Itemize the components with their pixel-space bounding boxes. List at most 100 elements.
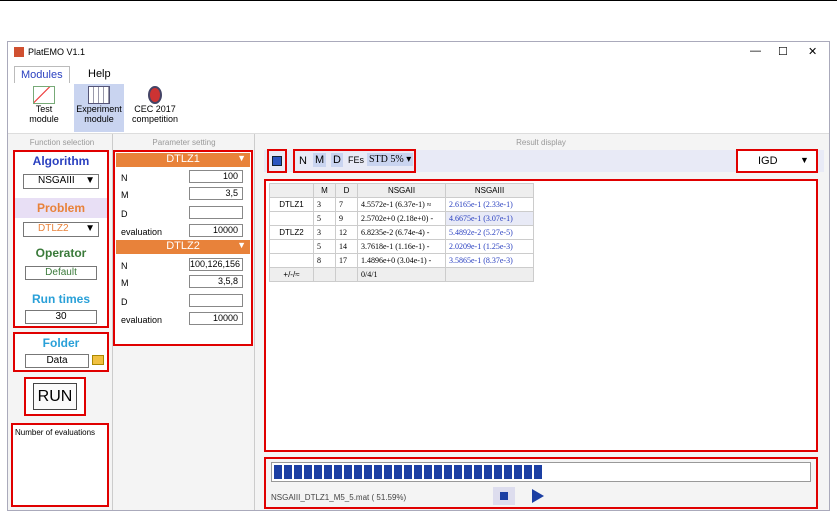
progress-bar (271, 462, 811, 482)
collapse-arrow-icon: ▼ (237, 153, 246, 163)
save-icon[interactable] (272, 156, 282, 166)
dtlz2-header[interactable]: DTLZ2 ▼ (116, 240, 250, 254)
nsgaii-cell: 4.5572e-1 (6.37e-1) ≈ (357, 197, 446, 212)
title-bar: PlatEMO V1.1 — ☐ ✕ (8, 42, 829, 64)
progress-segment (504, 465, 512, 479)
minimize-button[interactable]: — (750, 45, 761, 57)
ribbon: Test module Experiment module CEC 2017 c… (8, 84, 829, 134)
folder-label: Folder (42, 336, 80, 350)
std-value: STD 5% (369, 154, 404, 165)
app-logo-icon (14, 47, 24, 57)
progress-segment (364, 465, 372, 479)
progress-segment (394, 465, 402, 479)
progress-segment (534, 465, 542, 479)
divider (254, 134, 255, 510)
problem-cell (269, 253, 314, 268)
operator-field[interactable]: Default (25, 266, 97, 280)
experiment-module-button[interactable]: Experiment module (74, 84, 124, 132)
menu-modules[interactable]: Modules (14, 66, 70, 83)
footer-cell (313, 267, 336, 282)
d-cell: 12 (335, 225, 358, 240)
param-input[interactable]: 100,126,156 (189, 258, 243, 271)
progress-status: NSGAIII_DTLZ1_M5_5.mat ( 51.59%) (271, 493, 407, 502)
test-module-button[interactable]: Test module (22, 86, 66, 124)
metric-select[interactable]: IGD ▼ (736, 149, 818, 173)
param-input[interactable]: 3,5,8 (189, 275, 243, 288)
nsgaii-cell: 2.5702e+0 (2.18e+0) - (357, 211, 446, 226)
param-input[interactable]: 3,5 (189, 187, 243, 200)
param-label: N (121, 261, 128, 271)
app-window: PlatEMO V1.1 — ☐ ✕ Modules Help Test mod… (7, 41, 830, 511)
save-panel (267, 149, 287, 173)
problem-cell (269, 211, 314, 226)
m-cell: 5 (313, 211, 336, 226)
progress-segment (284, 465, 292, 479)
d-cell: 7 (335, 197, 358, 212)
menu-bar: Modules Help (8, 64, 829, 84)
result-display-label: Result display (516, 138, 566, 147)
nsgaiii-cell: 5.4892e-2 (5.27e-5) (445, 225, 534, 240)
experiment-label-1: Experiment (76, 104, 122, 114)
results-table: M D NSGAII NSGAIII DTLZ1 3 7 4.5572e-1 (… (269, 183, 534, 282)
evaluations-panel: Number of evaluations (11, 423, 109, 507)
std-select[interactable]: STD 5% ▾ (367, 153, 414, 166)
toggle-n[interactable]: N (299, 155, 307, 167)
m-cell: 3 (313, 225, 336, 240)
run-button[interactable]: RUN (33, 383, 77, 410)
problem-cell: DTLZ2 (269, 225, 314, 240)
param-label: D (121, 209, 128, 219)
m-cell: 5 (313, 239, 336, 254)
table-footer-row: +/-/≈ 0/4/1 (269, 267, 534, 282)
algorithm-select[interactable]: NSGAIII ▼ (23, 174, 99, 189)
cec-label-1: CEC 2017 (134, 104, 176, 114)
toggle-d[interactable]: D (331, 153, 343, 167)
param-label: M (121, 278, 129, 288)
progress-segment (384, 465, 392, 479)
param-input[interactable] (189, 294, 243, 307)
progress-segment (424, 465, 432, 479)
stop-icon (500, 492, 508, 500)
table-row: DTLZ1 3 7 4.5572e-1 (6.37e-1) ≈ 2.6165e-… (269, 197, 534, 212)
nsgaiii-cell: 4.6675e-1 (3.07e-1) (445, 211, 534, 226)
progress-segment (334, 465, 342, 479)
problem-select[interactable]: DTLZ2 ▼ (23, 222, 99, 237)
play-icon[interactable] (532, 489, 544, 503)
param-input[interactable] (189, 206, 243, 219)
table-row: 8 17 1.4896e+0 (3.04e-1) - 3.5865e-1 (8.… (269, 253, 534, 268)
folder-icon[interactable] (92, 355, 104, 365)
window-title: PlatEMO V1.1 (28, 47, 86, 57)
menu-help[interactable]: Help (88, 68, 111, 80)
toggle-fes[interactable]: FEs (348, 155, 364, 165)
param-input[interactable]: 10000 (189, 312, 243, 325)
param-label: M (121, 190, 129, 200)
problem-cell: DTLZ1 (269, 197, 314, 212)
results-panel: M D NSGAII NSGAIII DTLZ1 3 7 4.5572e-1 (… (264, 179, 818, 452)
param-label: evaluation (121, 227, 163, 237)
metric-value: IGD (758, 155, 778, 167)
param-input[interactable]: 100 (189, 170, 243, 183)
footer-cell (335, 267, 358, 282)
toggle-m[interactable]: M (313, 153, 327, 167)
nsgaiii-cell: 2.6165e-1 (2.33e-1) (445, 197, 534, 212)
dtlz1-header[interactable]: DTLZ1 ▼ (116, 153, 250, 167)
close-button[interactable]: ✕ (808, 45, 817, 58)
cec-label-2: competition (131, 114, 179, 124)
parameter-setting-label: Parameter setting (152, 138, 216, 147)
problem-cell (269, 239, 314, 254)
param-input[interactable]: 10000 (189, 224, 243, 237)
function-selection-panel: Algorithm NSGAIII ▼ Problem DTLZ2 ▼ Operat… (13, 150, 109, 328)
runtimes-input[interactable]: 30 (25, 310, 97, 324)
cec-competition-button[interactable]: CEC 2017 competition (128, 86, 182, 124)
folder-input[interactable]: Data (25, 354, 89, 368)
progress-segment (414, 465, 422, 479)
maximize-button[interactable]: ☐ (778, 45, 788, 58)
progress-segment (464, 465, 472, 479)
footer-cell (445, 267, 534, 282)
table-row: 5 9 2.5702e+0 (2.18e+0) - 4.6675e-1 (3.0… (269, 211, 534, 226)
dropdown-arrow-icon: ▼ (800, 155, 809, 165)
nsgaii-cell: 3.7618e-1 (1.16e-1) - (357, 239, 446, 254)
progress-segment (314, 465, 322, 479)
stop-button[interactable] (493, 487, 515, 505)
progress-segment (514, 465, 522, 479)
column-header (269, 183, 314, 198)
